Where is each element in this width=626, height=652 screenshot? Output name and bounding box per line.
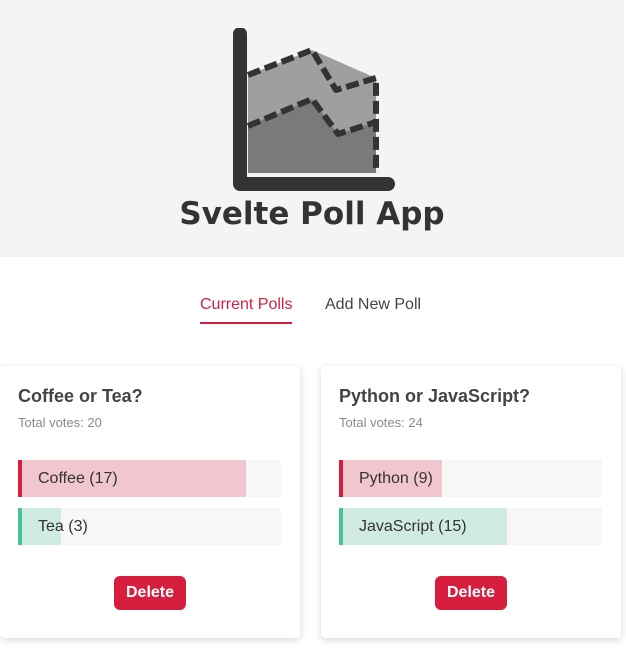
poll-card: Coffee or Tea? Total votes: 20 Coffee (1… (0, 366, 300, 638)
poll-total-votes: Total votes: 20 (18, 415, 102, 430)
poll-answer-coffee[interactable]: Coffee (17) (18, 460, 281, 497)
poll-answer-tea[interactable]: Tea (3) (18, 508, 281, 545)
answer-label: Tea (3) (38, 518, 88, 535)
tab-bar: Current Polls Add New Poll (0, 296, 626, 330)
answer-label: Python (9) (359, 470, 433, 487)
area-chart-icon (233, 28, 395, 191)
poll-answer-javascript[interactable]: JavaScript (15) (339, 508, 602, 545)
answer-label: Coffee (17) (38, 470, 118, 487)
app-title: Svelte Poll App (179, 196, 445, 232)
poll-question: Python or JavaScript? (339, 386, 531, 406)
answer-label: JavaScript (15) (359, 518, 467, 535)
poll-question: Coffee or Tea? (18, 386, 143, 406)
tab-add-new-poll[interactable]: Add New Poll (325, 296, 421, 314)
poll-answer-python[interactable]: Python (9) (339, 460, 602, 497)
poll-total-votes: Total votes: 24 (339, 415, 423, 430)
delete-button[interactable]: Delete (434, 576, 508, 610)
poll-card: Python or JavaScript? Total votes: 24 Py… (321, 366, 621, 638)
delete-button[interactable]: Delete (113, 576, 187, 610)
app-header: Svelte Poll App (0, 0, 624, 257)
tab-current-polls[interactable]: Current Polls (200, 296, 293, 324)
